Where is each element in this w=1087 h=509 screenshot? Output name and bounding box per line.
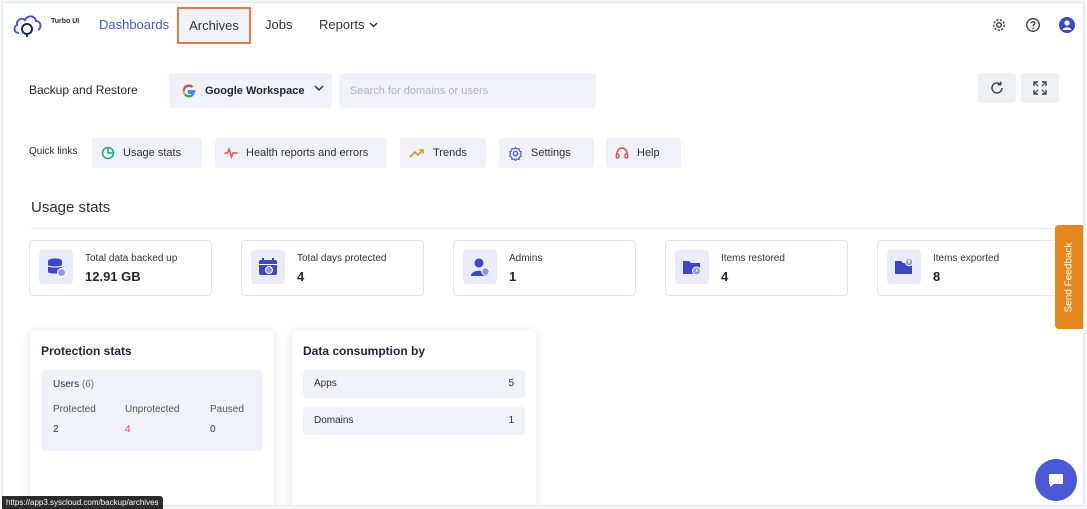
status-bar-url: https://app3.syscloud.com/backup/archive… [2, 496, 163, 509]
top-navigation: Turbo UI Dashboards Archives Jobs Report… [3, 3, 1083, 47]
brand-name: Turbo UI [51, 18, 80, 25]
quick-link-usage-stats[interactable]: Usage stats [92, 138, 202, 168]
send-feedback-label: Send Feedback [1063, 241, 1075, 313]
help-circle-icon[interactable] [1025, 17, 1041, 33]
stat-label: Admins [509, 253, 543, 264]
stat-value: 4 [297, 269, 305, 284]
consumption-value: 1 [508, 415, 514, 426]
fullscreen-button[interactable] [1021, 73, 1059, 103]
consumption-row-apps[interactable]: Apps 5 [303, 370, 525, 398]
folder-restore-icon [675, 250, 709, 284]
nav-reports[interactable]: Reports [319, 17, 378, 32]
data-consumption-panel: Data consumption by Apps 5 Domains 1 [292, 330, 536, 505]
quick-link-label: Help [637, 147, 660, 159]
gear-icon[interactable] [991, 17, 1007, 33]
stat-card-data-backed-up: Total data backed up 12.91 GB [29, 240, 212, 296]
workspace-select[interactable]: Google Workspace [169, 73, 332, 108]
cloud-logo-icon [13, 15, 42, 37]
paused-stat: Paused 0 [210, 404, 244, 435]
nav-jobs[interactable]: Jobs [265, 17, 292, 32]
unprotected-value[interactable]: 4 [125, 424, 131, 435]
consumption-label: Apps [314, 378, 337, 389]
quick-link-settings[interactable]: Settings [499, 138, 594, 168]
calendar-icon [251, 250, 285, 284]
quick-links-label: Quick links [29, 146, 78, 157]
users-count: (6) [81, 379, 95, 390]
quick-link-label: Trends [433, 147, 467, 159]
users-label: Users [53, 379, 80, 390]
headset-icon [615, 147, 629, 159]
chat-bubble-icon [1049, 474, 1063, 487]
users-summary: Users (6) Protected 2 Unprotected 4 Paus… [41, 370, 263, 451]
users-header: Users (6) [53, 379, 94, 390]
workspace-select-value: Google Workspace [205, 84, 305, 97]
nav-archives[interactable]: Archives [177, 7, 251, 44]
protected-value: 2 [53, 424, 59, 435]
stat-value: 1 [509, 269, 517, 284]
stat-value: 8 [933, 269, 941, 284]
user-avatar-icon[interactable] [1059, 17, 1075, 33]
unprotected-stat: Unprotected 4 [125, 404, 180, 435]
quick-link-health-reports[interactable]: Health reports and errors [215, 138, 387, 168]
search-input[interactable] [339, 73, 596, 108]
stat-card-admins: Admins 1 [453, 240, 636, 296]
panel-title: Data consumption by [303, 344, 426, 358]
gear-icon [508, 146, 523, 161]
stat-label: Total days protected [297, 253, 387, 264]
paused-value: 0 [210, 424, 216, 435]
nav-dashboards[interactable]: Dashboards [99, 17, 169, 32]
pulse-icon [224, 146, 238, 160]
stat-card-days-protected: Total days protected 4 [241, 240, 424, 296]
stat-value: 4 [721, 269, 729, 284]
brand-logo[interactable]: Turbo UI [11, 11, 81, 41]
stat-card-items-exported: Items exported 8 [877, 240, 1060, 296]
protection-stats-panel: Protection stats Users (6) Protected 2 U… [30, 330, 274, 505]
expand-icon [1033, 81, 1047, 95]
stat-label: Total data backed up [85, 253, 178, 264]
admin-user-icon [463, 250, 497, 284]
refresh-icon [991, 81, 1003, 94]
stat-card-items-restored: Items restored 4 [665, 240, 848, 296]
quick-link-help[interactable]: Help [606, 138, 681, 168]
quick-link-trends[interactable]: Trends [400, 138, 486, 168]
quick-link-label: Settings [531, 147, 571, 159]
folder-export-icon [887, 250, 921, 284]
database-icon [39, 250, 73, 284]
send-feedback-tab[interactable]: Send Feedback [1055, 225, 1083, 329]
refresh-button[interactable] [978, 73, 1016, 103]
paused-label: Paused [210, 404, 244, 415]
unprotected-label: Unprotected [125, 404, 180, 415]
backup-restore-label: Backup and Restore [29, 83, 138, 97]
pie-chart-icon [101, 146, 115, 160]
chevron-down-icon [369, 21, 378, 28]
nav-reports-label: Reports [319, 17, 365, 32]
quick-link-label: Health reports and errors [246, 147, 369, 159]
quick-link-label: Usage stats [123, 147, 182, 159]
consumption-label: Domains [314, 415, 354, 426]
consumption-value: 5 [508, 378, 514, 389]
chat-support-button[interactable] [1035, 459, 1077, 501]
usage-stats-title: Usage stats [31, 199, 111, 216]
trend-up-icon [409, 149, 424, 158]
section-divider [31, 228, 1061, 229]
google-logo-icon [182, 84, 196, 97]
consumption-row-domains[interactable]: Domains 1 [303, 407, 525, 435]
app-frame: Turbo UI Dashboards Archives Jobs Report… [2, 2, 1084, 506]
stat-label: Items restored [721, 253, 785, 264]
chevron-down-icon [314, 85, 324, 92]
stat-value: 12.91 GB [85, 269, 141, 284]
protected-label: Protected [53, 404, 96, 415]
stat-label: Items exported [933, 253, 1000, 264]
panel-title: Protection stats [41, 344, 132, 358]
protected-stat: Protected 2 [53, 404, 96, 435]
